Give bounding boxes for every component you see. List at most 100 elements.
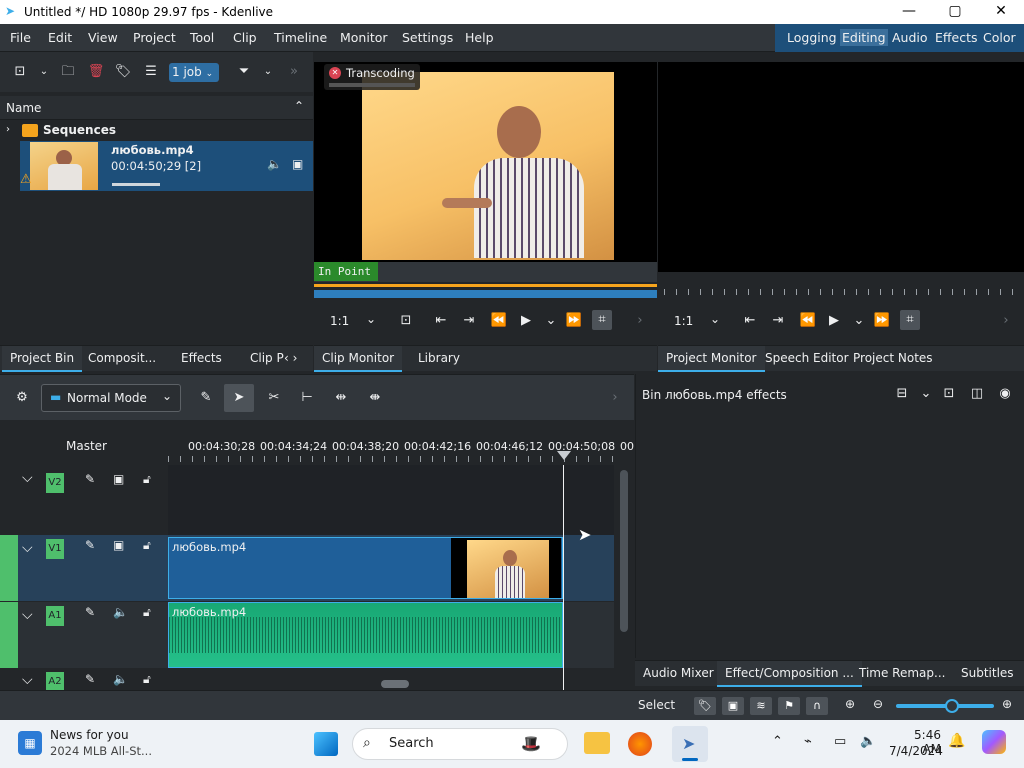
expand-icon[interactable]: › [6, 124, 10, 135]
edit-mode-select[interactable]: ▬ Normal Mode ⌄ [41, 384, 181, 412]
film-icon[interactable]: ▣ [113, 538, 124, 552]
play-icon[interactable]: ▶ [824, 311, 844, 331]
menu-settings[interactable]: Settings [402, 30, 453, 45]
set-in-icon[interactable]: ⇤ [740, 311, 760, 331]
zoom-fit-icon[interactable]: ⊕ [845, 697, 855, 711]
chevron-down-icon[interactable]: ⌄ [541, 311, 561, 331]
news-icon[interactable]: ▦ [18, 731, 42, 755]
chevron-down-icon[interactable]: ⌄ [916, 384, 936, 404]
kdenlive-taskbar-button[interactable]: ➤ [672, 726, 708, 762]
menu-edit[interactable]: Edit [48, 30, 72, 45]
chevron-down-icon[interactable]: ⌄ [710, 312, 720, 326]
select-tool-icon[interactable]: ➤ [224, 384, 254, 412]
crop-icon[interactable]: ⌗ [592, 310, 612, 330]
magic-icon[interactable]: ✎ [196, 388, 216, 408]
audio-icon[interactable]: 🔈 [267, 157, 282, 171]
tag-icon[interactable]: 🏷 [694, 697, 716, 715]
play-icon[interactable]: ▶ [516, 311, 536, 331]
menu-timeline[interactable]: Timeline [274, 30, 327, 45]
tab-project-bin[interactable]: Project Bin [2, 346, 83, 372]
folder-row[interactable]: › Sequences [0, 122, 313, 140]
markers-icon[interactable]: ⊡ [396, 311, 416, 331]
notification-bell-icon[interactable]: 🔔 [948, 733, 965, 749]
set-in-icon[interactable]: ⇤ [431, 311, 451, 331]
copilot-icon[interactable] [982, 730, 1006, 754]
crop-icon[interactable]: ⌗ [900, 310, 920, 330]
clip-ruler[interactable] [314, 282, 657, 300]
stop-icon[interactable]: ✕ [329, 67, 341, 79]
chevron-down-icon[interactable]: ⌄ [849, 311, 869, 331]
chevron-right-icon[interactable]: › [996, 311, 1016, 331]
flag-icon[interactable]: ⚑ [778, 697, 800, 715]
tab-project-monitor[interactable]: Project Monitor [658, 346, 765, 372]
clip-row[interactable]: любовь.mp4 00:04:50;29 [2] 🔈 ▣ [20, 141, 313, 191]
layout-effects[interactable]: Effects [935, 30, 978, 45]
search-box[interactable]: ⌕ Search 🎩 [352, 728, 568, 760]
layout-audio[interactable]: Audio [892, 30, 928, 45]
rewind-icon[interactable]: ⏪ [489, 311, 509, 331]
v1-clip[interactable]: любовь.mp4 [168, 537, 563, 599]
track-lane-a1[interactable]: любовь.mp4 [168, 602, 614, 668]
a1-clip[interactable]: любовь.mp4 [168, 602, 563, 668]
audio-wave-icon[interactable]: ≋ [750, 697, 772, 715]
firefox-icon[interactable] [628, 732, 652, 756]
lock-icon[interactable]: 🔓︎ [143, 472, 151, 487]
set-out-icon[interactable]: ⇥ [459, 311, 479, 331]
tab-clip-monitor[interactable]: Clip Monitor [314, 346, 403, 372]
lock-icon[interactable]: 🔓︎ [143, 672, 151, 687]
clock-date[interactable]: 7/4/2024 [889, 744, 943, 758]
chevron-up-icon[interactable]: ⌃ [772, 734, 783, 749]
delete-icon[interactable]: 🗑 [86, 62, 106, 82]
video-icon[interactable]: ▣ [292, 157, 303, 171]
tab-compositions[interactable]: Composit... [80, 346, 164, 372]
column-name[interactable]: Name [6, 101, 41, 115]
lock-icon[interactable]: 🔓︎ [143, 605, 151, 620]
menu-monitor[interactable]: Monitor [340, 30, 388, 45]
file-explorer-icon[interactable] [584, 732, 610, 754]
chevron-down-icon[interactable]: ⌄ [34, 62, 54, 82]
menu-tool[interactable]: Tool [190, 30, 214, 45]
collapse-icon[interactable]: ⌵ [22, 607, 33, 623]
menu-project[interactable]: Project [133, 30, 176, 45]
network-icon[interactable]: ⌁ [804, 734, 812, 749]
forward-icon[interactable]: ⏩ [872, 311, 892, 331]
razor-icon[interactable]: ✂ [264, 388, 284, 408]
set-out-icon[interactable]: ⇥ [768, 311, 788, 331]
chevron-up-icon[interactable]: ⌃ [294, 99, 304, 113]
volume-icon[interactable]: 🔈 [860, 734, 876, 749]
layout-logging[interactable]: Logging [787, 30, 837, 45]
playhead-handle[interactable] [557, 451, 571, 460]
layout-editing[interactable]: Editing [840, 29, 888, 46]
timeline-ruler-ticks[interactable] [168, 456, 614, 462]
tab-audio-mixer[interactable]: Audio Mixer [635, 661, 722, 687]
compare-icon[interactable]: ⊟ [892, 384, 912, 404]
menu-icon[interactable]: ☰ [141, 62, 161, 82]
snap-icon[interactable]: ∩ [806, 697, 828, 715]
news-subtitle[interactable]: 2024 MLB All-St... [50, 744, 152, 758]
tab-library[interactable]: Library [410, 346, 468, 372]
ripple-icon[interactable]: ⇼ [365, 388, 385, 408]
tab-arrows-icon[interactable]: ‹ › [284, 351, 297, 365]
add-clip-icon[interactable]: ⊡ [10, 62, 30, 82]
collapse-icon[interactable]: ⌵ [22, 470, 33, 486]
tab-subtitles[interactable]: Subtitles [953, 661, 1022, 687]
chevron-down-icon[interactable]: ⌄ [258, 62, 278, 82]
zoom-slider-handle[interactable] [945, 699, 959, 713]
tab-speech-editor[interactable]: Speech Editor [757, 346, 857, 372]
folder-icon[interactable]: 🗀 [58, 62, 78, 82]
effects-wand-icon[interactable]: ✎ [85, 538, 95, 552]
zoom-label[interactable]: 1:1 [330, 314, 349, 328]
menu-clip[interactable]: Clip [233, 30, 257, 45]
film-icon[interactable]: ▣ [113, 472, 124, 486]
speaker-icon[interactable]: 🔈 [113, 605, 128, 619]
zoom-out-icon[interactable]: ⊖ [873, 697, 883, 711]
close-button[interactable]: ✕ [978, 0, 1024, 24]
tab-project-notes[interactable]: Project Notes [845, 346, 941, 372]
display-icon[interactable]: ▭ [834, 734, 846, 749]
collapse-icon[interactable]: ⌵ [22, 540, 33, 556]
jobs-button[interactable]: 1 job ⌄ [169, 63, 219, 82]
forward-icon[interactable]: ⏩ [564, 311, 584, 331]
minimize-button[interactable]: — [886, 0, 932, 24]
menu-view[interactable]: View [88, 30, 118, 45]
speaker-icon[interactable]: 🔈 [113, 672, 128, 686]
